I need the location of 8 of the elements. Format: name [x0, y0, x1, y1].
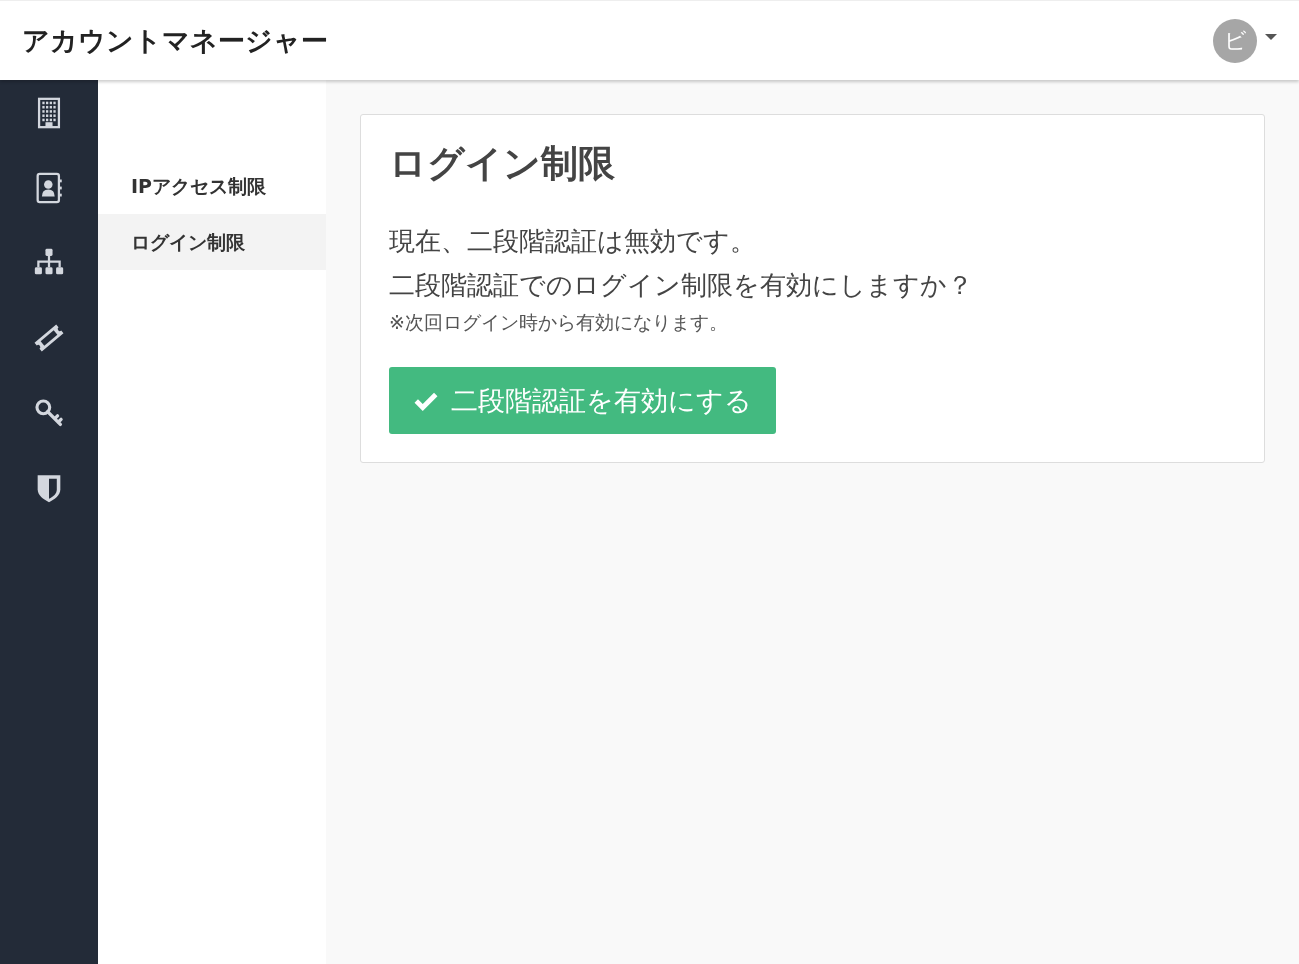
caret-icon[interactable]	[1265, 33, 1277, 40]
message-text: 二段階認証でのログイン制限を有効にしますか？	[389, 269, 974, 302]
message-text: 現在、二段階認証は無効です。	[389, 225, 757, 258]
note-text: ※次回ログイン時から有効になります。	[389, 310, 729, 335]
app-title: アカウントマネージャー	[22, 23, 329, 58]
subnav-item[interactable]: ログイン制限	[98, 214, 326, 270]
subnav-item[interactable]: IPアクセス制限	[98, 158, 326, 214]
card-title: ログイン制限	[389, 141, 616, 187]
